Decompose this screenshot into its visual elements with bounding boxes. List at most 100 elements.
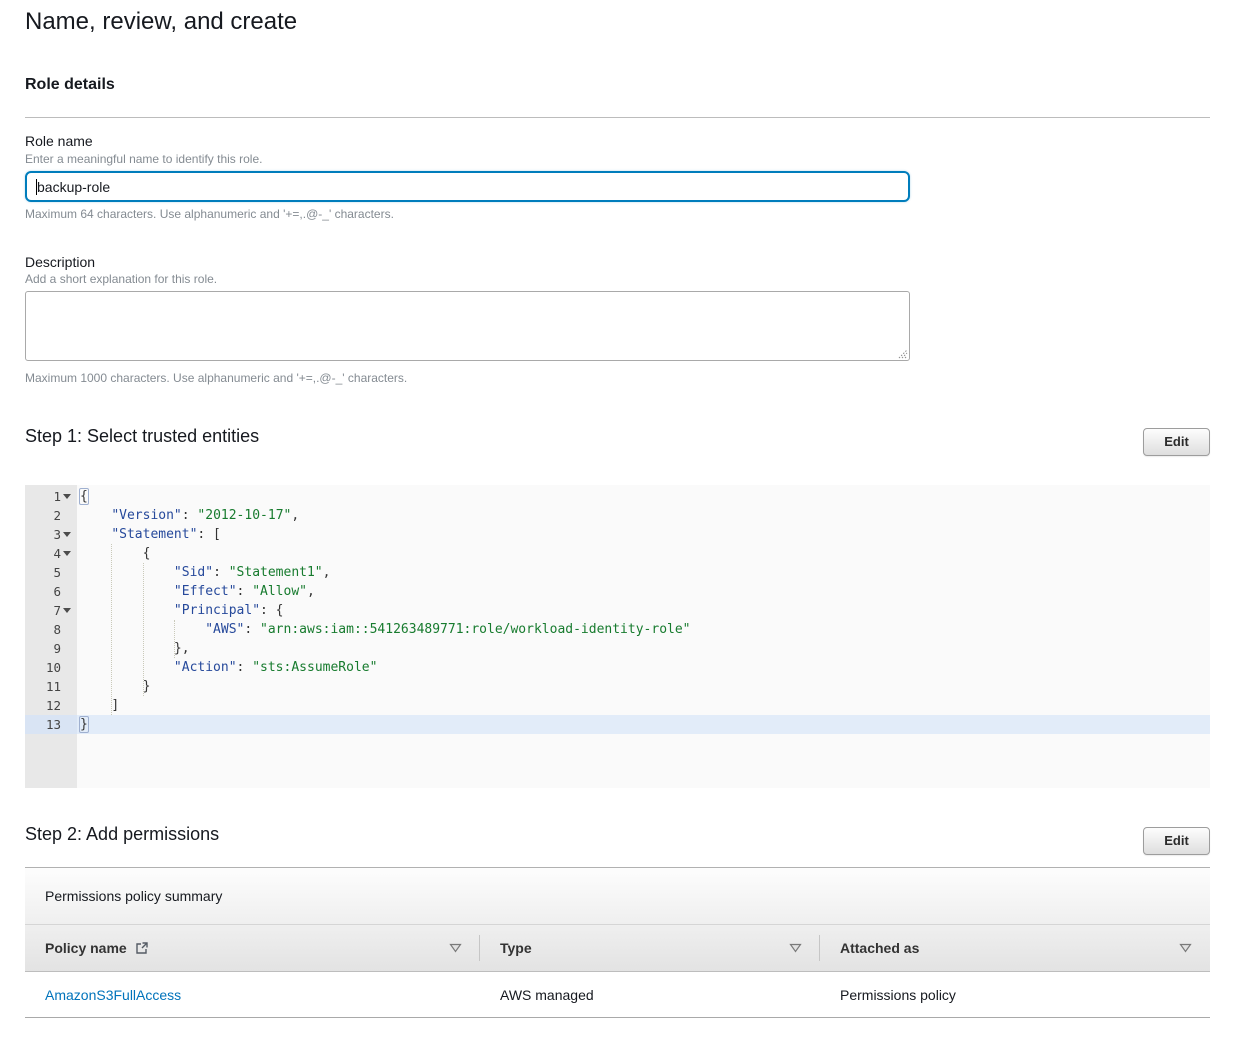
code-line: "AWS": "arn:aws:iam::541263489771:role/w… bbox=[77, 620, 1210, 639]
gutter-line-number: 13 bbox=[25, 715, 77, 734]
code-line: { bbox=[77, 487, 1210, 506]
step2-heading: Step 2: Add permissions bbox=[25, 824, 219, 845]
permissions-summary-title: Permissions policy summary bbox=[25, 868, 1210, 925]
description-helper: Add a short explanation for this role. bbox=[25, 272, 217, 286]
code-token: "Effect" bbox=[174, 584, 237, 599]
column-label: Attached as bbox=[840, 940, 919, 956]
name-review-create-page: Name, review, and create Role details Ro… bbox=[0, 0, 1242, 1037]
code-line: "Sid": "Statement1", bbox=[77, 563, 1210, 582]
table-row: AmazonS3FullAccess AWS managedPermissions… bbox=[25, 972, 1210, 1018]
code-token: "Action" bbox=[174, 660, 237, 675]
code-token: "Statement" bbox=[111, 527, 197, 542]
code-token: : bbox=[244, 622, 260, 637]
description-label: Description bbox=[25, 254, 95, 270]
code-token bbox=[80, 527, 111, 542]
code-token: "Version" bbox=[111, 508, 181, 523]
role-details-divider bbox=[25, 117, 1210, 118]
editor-gutter: 12345678910111213 bbox=[25, 485, 77, 788]
code-token: "Principal" bbox=[174, 603, 260, 618]
column-label: Policy name bbox=[45, 940, 127, 956]
code-token: ] bbox=[111, 698, 119, 713]
code-token: "2012-10-17" bbox=[197, 508, 291, 523]
description-textarea[interactable] bbox=[25, 291, 910, 361]
policy-name-link[interactable]: AmazonS3FullAccess bbox=[45, 987, 181, 1003]
code-line: } bbox=[77, 677, 1210, 696]
gutter-line-number: 12 bbox=[25, 696, 77, 715]
resize-handle-icon[interactable] bbox=[896, 347, 908, 359]
policy-name-cell: AmazonS3FullAccess bbox=[25, 987, 480, 1003]
step1-heading: Step 1: Select trusted entities bbox=[25, 426, 259, 447]
attached-as-cell: Permissions policy bbox=[820, 987, 1210, 1003]
code-line: "Statement": [ bbox=[77, 525, 1210, 544]
code-line: }, bbox=[77, 639, 1210, 658]
column-header-attached-as[interactable]: Attached as bbox=[820, 925, 1210, 971]
gutter-line-number: 2 bbox=[25, 506, 77, 525]
trust-policy-code-editor[interactable]: 12345678910111213 { "Version": "2012-10-… bbox=[25, 485, 1210, 788]
code-token: "Sid" bbox=[174, 565, 213, 580]
sort-icon[interactable] bbox=[449, 943, 462, 953]
gutter-line-number: 1 bbox=[25, 487, 77, 506]
code-line: ] bbox=[77, 696, 1210, 715]
role-name-value: backup-role bbox=[37, 179, 110, 195]
permissions-table-body: AmazonS3FullAccess AWS managedPermissions… bbox=[25, 972, 1210, 1018]
code-line: } bbox=[77, 715, 1210, 734]
fold-arrow-icon[interactable] bbox=[63, 532, 71, 537]
indent-guide bbox=[111, 544, 112, 715]
role-name-helper: Enter a meaningful name to identify this… bbox=[25, 152, 262, 166]
gutter-line-number: 8 bbox=[25, 620, 77, 639]
role-name-input[interactable]: backup-role bbox=[25, 171, 910, 202]
policy-type-cell: AWS managed bbox=[480, 987, 820, 1003]
gutter-line-number: 5 bbox=[25, 563, 77, 582]
gutter-line-number: 4 bbox=[25, 544, 77, 563]
column-label: Type bbox=[500, 940, 532, 956]
gutter-line-number: 7 bbox=[25, 601, 77, 620]
code-token: "Statement1" bbox=[229, 565, 323, 580]
step2-edit-button[interactable]: Edit bbox=[1143, 827, 1210, 855]
column-header-type[interactable]: Type bbox=[480, 925, 820, 971]
indent-guide bbox=[174, 620, 175, 658]
code-token: : bbox=[237, 584, 253, 599]
code-line: { bbox=[77, 544, 1210, 563]
code-token: }, bbox=[174, 641, 190, 656]
code-token: { bbox=[79, 488, 89, 505]
code-token: , bbox=[291, 508, 299, 523]
fold-arrow-icon[interactable] bbox=[63, 494, 71, 499]
fold-arrow-icon[interactable] bbox=[63, 551, 71, 556]
gutter-line-number: 10 bbox=[25, 658, 77, 677]
code-token bbox=[80, 698, 111, 713]
code-token bbox=[80, 603, 174, 618]
gutter-line-number: 3 bbox=[25, 525, 77, 544]
page-title: Name, review, and create bbox=[25, 8, 297, 36]
code-token: : bbox=[213, 565, 229, 580]
code-token: : bbox=[237, 660, 253, 675]
sort-icon[interactable] bbox=[789, 943, 802, 953]
gutter-line-number: 11 bbox=[25, 677, 77, 696]
code-token bbox=[80, 565, 174, 580]
code-token: : bbox=[182, 508, 198, 523]
sort-icon[interactable] bbox=[1179, 943, 1192, 953]
code-token: : { bbox=[260, 603, 283, 618]
code-line: "Version": "2012-10-17", bbox=[77, 506, 1210, 525]
role-name-hint: Maximum 64 characters. Use alphanumeric … bbox=[25, 207, 394, 221]
description-hint: Maximum 1000 characters. Use alphanumeri… bbox=[25, 371, 407, 385]
code-token: "Allow" bbox=[252, 584, 307, 599]
permissions-summary-panel: Permissions policy summary Policy name T… bbox=[25, 867, 1210, 1018]
code-token: { bbox=[143, 546, 151, 561]
code-token: "sts:AssumeRole" bbox=[252, 660, 377, 675]
step1-edit-button[interactable]: Edit bbox=[1143, 428, 1210, 456]
role-name-label: Role name bbox=[25, 133, 93, 149]
code-line: "Action": "sts:AssumeRole" bbox=[77, 658, 1210, 677]
code-line: "Effect": "Allow", bbox=[77, 582, 1210, 601]
code-token bbox=[80, 508, 111, 523]
code-line: "Principal": { bbox=[77, 601, 1210, 620]
permissions-table-header: Policy name Type Attached as bbox=[25, 925, 1210, 972]
code-token: "AWS" bbox=[205, 622, 244, 637]
code-token bbox=[80, 660, 174, 675]
code-token bbox=[80, 584, 174, 599]
gutter-line-number: 9 bbox=[25, 639, 77, 658]
fold-arrow-icon[interactable] bbox=[63, 608, 71, 613]
column-header-policy-name[interactable]: Policy name bbox=[25, 925, 480, 971]
gutter-line-number: 6 bbox=[25, 582, 77, 601]
code-token: } bbox=[79, 716, 89, 733]
code-token bbox=[80, 641, 174, 656]
